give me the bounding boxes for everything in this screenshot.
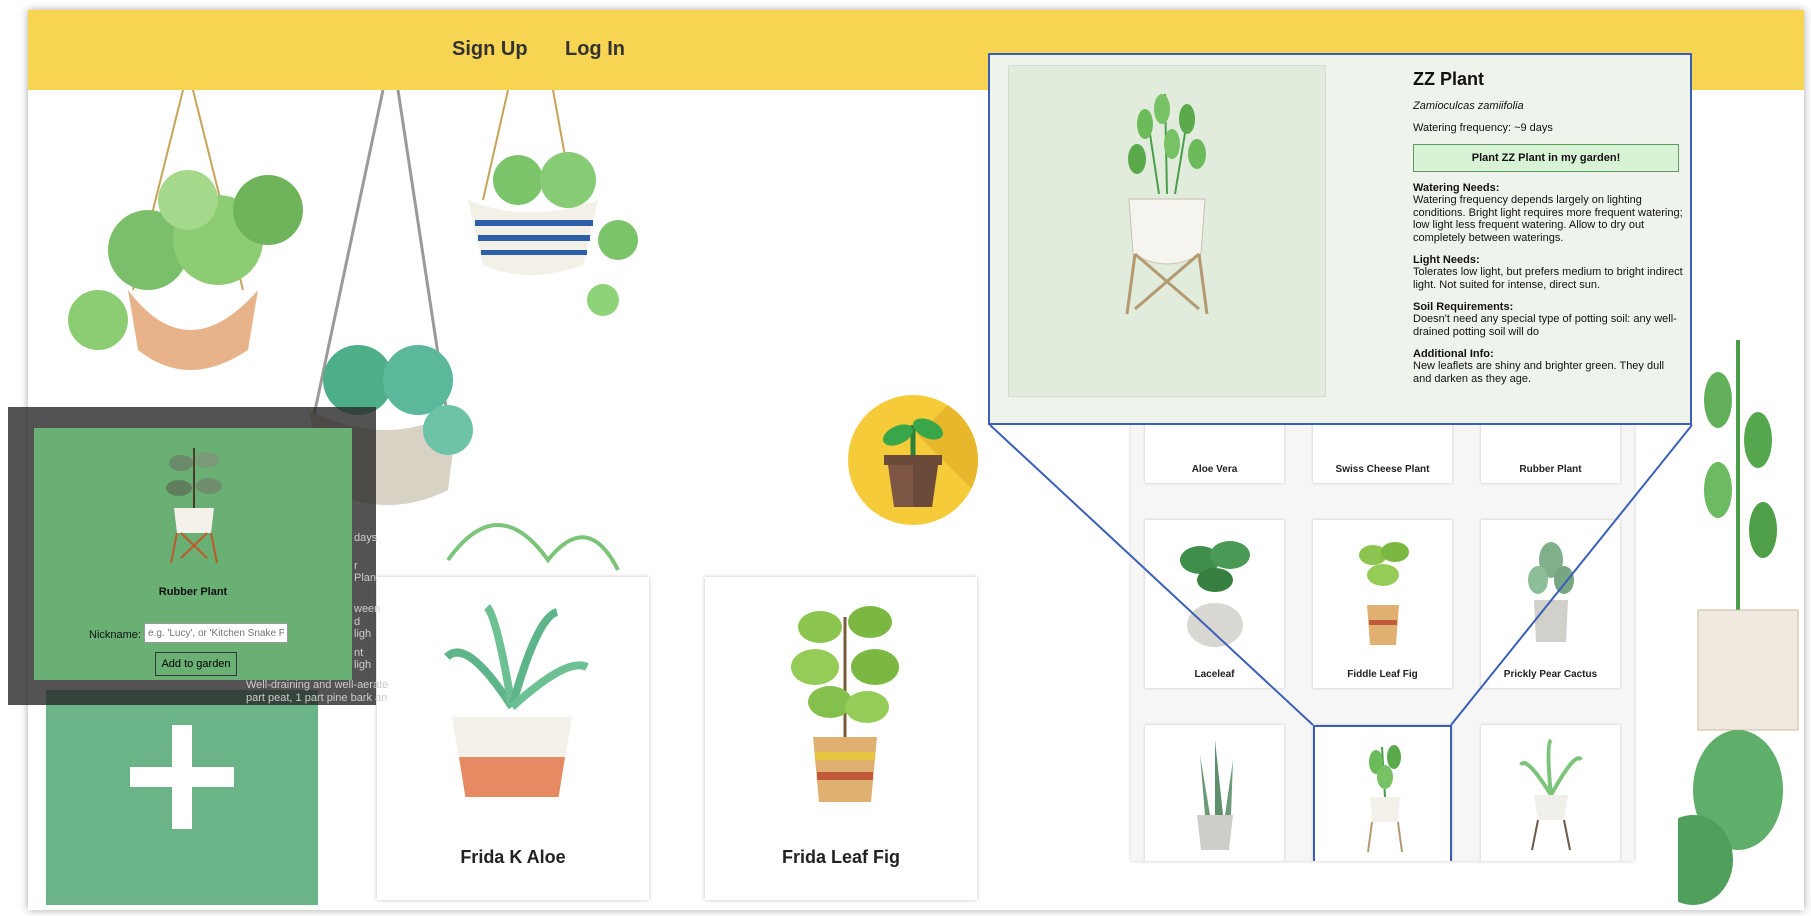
nickname-field[interactable] — [144, 623, 288, 643]
soil-requirements-heading: Soil Requirements: — [1413, 301, 1514, 313]
grid-card-label: Laceleaf — [1194, 669, 1235, 680]
plant-card-title: Frida Leaf Fig — [781, 847, 900, 867]
plant-detail-title: ZZ Plant — [1413, 69, 1484, 89]
plant-scientific-name: Zamioculcas zamiifolia — [1413, 100, 1524, 112]
zz-plant-illustration — [1367, 745, 1403, 853]
plant-detail-image — [1008, 65, 1326, 397]
background-text: d ligh — [354, 616, 372, 640]
grid-card-fiddle-leaf[interactable]: Fiddle Leaf Fig — [1313, 520, 1452, 688]
grid-card-spider-plant[interactable] — [1481, 725, 1620, 861]
watering-needs-heading: Watering Needs: — [1413, 182, 1500, 194]
grid-card-label: Aloe Vera — [1191, 464, 1238, 475]
background-text: nt ligh — [354, 647, 372, 671]
snake-plant-illustration — [1197, 740, 1233, 850]
plant-card-frida-aloe[interactable]: Frida K Aloe — [377, 577, 649, 900]
sprout-pot-icon — [883, 418, 943, 507]
grid-card-label: Swiss Cheese Plant — [1335, 464, 1430, 475]
background-text: r Plan — [354, 560, 377, 584]
grid-card-label: Fiddle Leaf Fig — [1347, 669, 1418, 680]
add-plant-modal: Rubber Plant Nickname: Add to garden — [34, 428, 352, 680]
add-plant-card[interactable] — [46, 690, 318, 905]
plant-card-title: Frida K Aloe — [460, 847, 566, 867]
background-text: ween — [354, 603, 381, 615]
watering-needs-text: Watering frequency depends largely on li… — [1413, 194, 1683, 244]
grid-card-label: Prickly Pear Cactus — [1503, 669, 1598, 680]
background-text: part peat, 1 part pine bark an — [246, 692, 388, 704]
login-link[interactable]: Log In — [565, 38, 625, 61]
spider-plant-illustration — [1519, 738, 1583, 851]
add-to-garden-button[interactable]: Add to garden — [155, 652, 237, 676]
nickname-label: Nickname: — [89, 629, 141, 641]
modal-plant-name: Rubber Plant — [158, 586, 228, 598]
laceleaf-illustration — [1180, 541, 1250, 647]
soil-requirements-text: Doesn't need any special type of potting… — [1413, 313, 1677, 338]
zz-plant-large-illustration — [1125, 93, 1209, 314]
plant-detail-info: ZZ Plant Zamioculcas zamiifolia Watering… — [1413, 69, 1683, 395]
grid-card-snake-plant[interactable] — [1145, 725, 1284, 861]
fiddle-leaf-illustration — [1359, 542, 1409, 645]
plant-grid-panel: Aloe Vera Swiss Cheese Plant Rubber Plan… — [1131, 405, 1634, 861]
plant-in-garden-button[interactable]: Plant ZZ Plant in my garden! — [1413, 144, 1679, 172]
app-logo — [848, 395, 978, 525]
additional-info-text: New leaflets are shiny and brighter gree… — [1413, 360, 1665, 385]
watering-frequency: Watering frequency: ~9 days — [1413, 122, 1553, 134]
light-needs-text: Tolerates low light, but prefers medium … — [1413, 266, 1683, 291]
rubber-plant-illustration — [166, 448, 222, 564]
light-needs-heading: Light Needs: — [1413, 254, 1480, 266]
grid-card-prickly-pear[interactable]: Prickly Pear Cactus — [1481, 520, 1620, 688]
plant-card-frida-fig[interactable]: Frida Leaf Fig — [705, 577, 977, 900]
grid-card-laceleaf[interactable]: Laceleaf — [1145, 520, 1284, 688]
fiddle-fig-illustration — [791, 606, 899, 802]
plant-detail-panel: ZZ Plant Zamioculcas zamiifolia Watering… — [988, 53, 1692, 425]
background-text: Well-draining and well-aerate — [246, 679, 389, 691]
prickly-pear-illustration — [1528, 542, 1574, 642]
aloe-illustration — [444, 604, 589, 797]
plus-icon — [130, 725, 234, 829]
right-plants-illustration — [1678, 340, 1799, 905]
signup-link[interactable]: Sign Up — [452, 38, 528, 61]
additional-info-heading: Additional Info: — [1413, 348, 1494, 360]
grid-card-zz-plant-selected[interactable] — [1313, 725, 1452, 861]
background-text: days — [354, 532, 378, 544]
grid-card-label: Rubber Plant — [1519, 464, 1582, 475]
